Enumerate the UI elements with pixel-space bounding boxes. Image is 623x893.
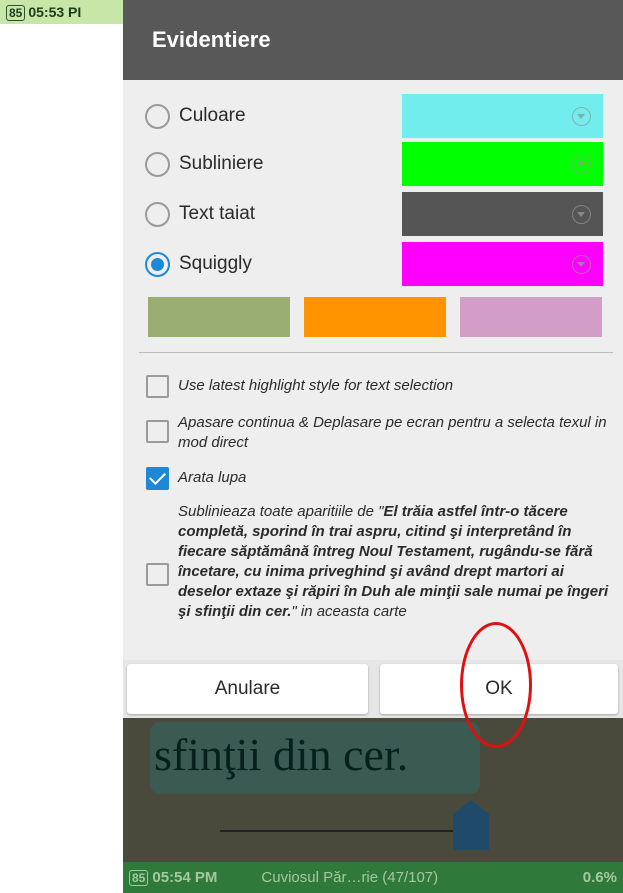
checkbox-show-magnifier[interactable] [146,467,169,490]
book-divider-line [220,830,480,832]
reader-status-bar: 85 05:54 PM Cuviosul Păr…rie (47/107) 0.… [123,862,623,893]
screen: 85 05:53 PI sfinţii din cer. 85 05:54 PM … [0,0,623,893]
color-swatch-dropdown[interactable] [402,192,603,236]
checkbox-long-press-select[interactable] [146,420,169,443]
style-option-underline[interactable]: Subliniere [143,140,608,190]
style-label: Squiggly [179,253,252,274]
style-label: Subliniere [179,153,264,174]
battery-icon: 85 [129,869,149,886]
style-option-strikethrough[interactable]: Text taiat [143,190,608,240]
status-time: 05:53 PI [28,4,82,20]
chevron-down-icon [572,155,591,174]
dialog-button-bar: Anulare OK [123,660,623,718]
dialog-title: Evidentiere [123,0,623,80]
status-bar-top: 85 05:53 PI [0,0,123,24]
reading-progress-percent: 0.6% [582,869,617,886]
radio-button[interactable] [145,152,170,177]
book-title: Cuviosul Păr…rie (47/107) [261,869,439,886]
style-option-color[interactable]: Culoare [143,92,608,142]
option-label: Arata lupa [178,469,247,486]
bookmark-marker-icon[interactable] [453,800,489,850]
color-swatch-dropdown[interactable] [402,94,603,138]
radio-button[interactable] [145,202,170,227]
checkbox-underline-all[interactable] [146,563,169,586]
book-visible-text: sfinţii din cer. [150,722,480,794]
checkbox-latest-style[interactable] [146,375,169,398]
option-label: Apasare continua & Deplasare pe ecran pe… [178,414,607,451]
battery-icon: 85 [6,5,26,21]
style-option-squiggly[interactable]: Squiggly [143,240,608,290]
chevron-down-icon [572,107,591,126]
radio-button[interactable] [145,104,170,129]
radio-button[interactable] [145,252,170,277]
preset-color-swatch[interactable] [148,297,290,337]
option-label: Use latest highlight style for text sele… [178,377,454,394]
divider [139,352,613,353]
style-label: Culoare [179,105,246,126]
highlight-dialog: Evidentiere Culoare Subliniere Text taia… [123,0,623,718]
cancel-button[interactable]: Anulare [127,664,368,714]
style-label: Text taiat [179,203,256,224]
chevron-down-icon [572,205,591,224]
color-swatch-dropdown[interactable] [402,242,603,286]
status-time: 05:54 PM [152,869,218,886]
underline-all-text: Sublinieaza toate aparitiile de "El trăi… [178,502,618,622]
underline-all-suffix: " in aceasta carte [291,603,407,620]
color-swatch-dropdown[interactable] [402,142,603,186]
preset-color-swatch[interactable] [304,297,446,337]
preset-color-swatch[interactable] [460,297,602,337]
ok-button[interactable]: OK [380,664,618,714]
chevron-down-icon [572,255,591,274]
underline-all-prefix: Sublinieaza toate aparitiile de " [178,503,384,520]
